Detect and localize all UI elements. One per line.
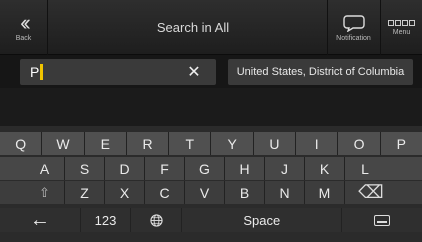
key-b[interactable]: B: [225, 181, 265, 204]
key-j[interactable]: J: [265, 157, 305, 180]
key-c[interactable]: C: [145, 181, 185, 204]
top-bar: ‹‹ Back Search in All Notification Menu: [0, 0, 422, 55]
hide-keyboard-key[interactable]: [342, 208, 422, 232]
key-p[interactable]: P: [381, 132, 422, 155]
left-arrow-key[interactable]: ←: [0, 208, 81, 232]
text-caret: [40, 64, 44, 80]
page-title: Search in All: [156, 20, 230, 35]
key-m[interactable]: M: [305, 181, 345, 204]
key-f[interactable]: F: [145, 157, 185, 180]
keyboard-icon: [374, 214, 391, 226]
keyboard-row-1: Q W E R T Y U I O P: [0, 132, 422, 155]
double-chevron-left-icon: ‹‹: [20, 9, 30, 35]
key-d[interactable]: D: [105, 157, 145, 180]
menu-button[interactable]: Menu: [380, 0, 422, 55]
key-i[interactable]: I: [296, 132, 339, 155]
key-t[interactable]: T: [169, 132, 212, 155]
keyboard-row-3: ⇧ Z X C V B N M ⌫: [0, 181, 422, 204]
key-u[interactable]: U: [254, 132, 297, 155]
search-input-value: P: [30, 64, 40, 80]
language-key[interactable]: [131, 208, 183, 232]
results-area: [0, 88, 422, 126]
back-label: Back: [15, 34, 32, 42]
key-n[interactable]: N: [265, 181, 305, 204]
backspace-key[interactable]: ⌫: [345, 181, 397, 204]
keyboard-row-2: A S D F G H J K L: [0, 157, 422, 180]
key-l[interactable]: L: [345, 157, 385, 180]
key-a[interactable]: A: [25, 157, 65, 180]
key-e[interactable]: E: [85, 132, 127, 155]
key-k[interactable]: K: [305, 157, 345, 180]
key-q[interactable]: Q: [0, 132, 43, 155]
back-button[interactable]: ‹‹ Back: [0, 0, 48, 55]
key-y[interactable]: Y: [211, 132, 254, 155]
clear-button[interactable]: ✕: [180, 59, 208, 85]
keyboard-row-4: ← 123 Space: [0, 208, 422, 232]
space-key[interactable]: Space: [182, 208, 343, 232]
key-x[interactable]: X: [105, 181, 145, 204]
key-z[interactable]: Z: [65, 181, 105, 204]
left-arrow-icon: ←: [29, 208, 50, 231]
shift-icon: ⇧: [39, 184, 50, 200]
key-v[interactable]: V: [185, 181, 225, 204]
key-h[interactable]: H: [225, 157, 265, 180]
country-selector[interactable]: United States, District of Columbia: [228, 59, 413, 85]
globe-icon: [150, 213, 163, 227]
notification-label: Notification: [336, 34, 371, 42]
key-w[interactable]: W: [42, 132, 85, 155]
keyboard: Q W E R T Y U I O P A S D F G H J K L ⇧ …: [0, 126, 422, 242]
close-icon: ✕: [187, 64, 201, 81]
key-g[interactable]: G: [185, 157, 225, 180]
speech-bubble-icon: [342, 14, 365, 32]
key-s[interactable]: S: [65, 157, 105, 180]
backspace-icon: ⌫: [358, 182, 384, 202]
numbers-key[interactable]: 123: [81, 208, 132, 232]
notification-button[interactable]: Notification: [327, 0, 379, 55]
key-r[interactable]: R: [127, 132, 170, 155]
shift-key[interactable]: ⇧: [25, 181, 65, 204]
menu-grid-icon: [388, 19, 415, 26]
search-row: P ✕ United States, District of Columbia: [0, 57, 422, 87]
key-o[interactable]: O: [338, 132, 381, 155]
menu-label: Menu: [392, 28, 411, 36]
